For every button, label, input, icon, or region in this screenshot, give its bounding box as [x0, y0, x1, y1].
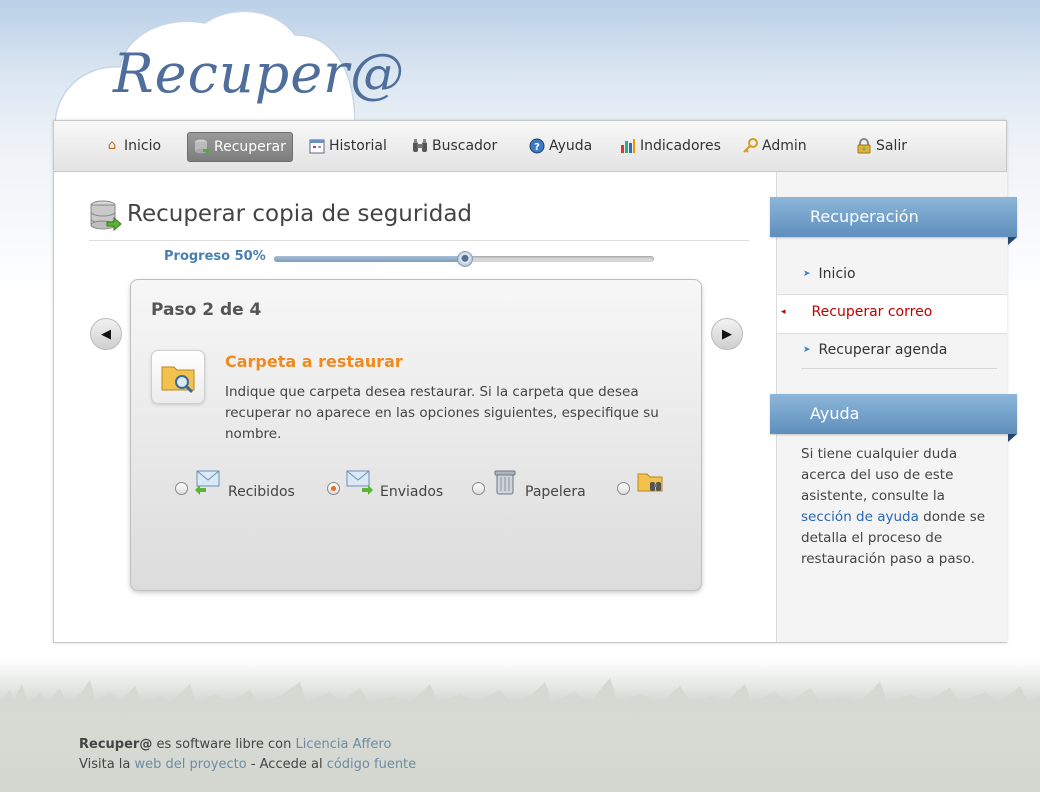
progress-fill	[274, 256, 464, 262]
project-web-link[interactable]: web del proyecto	[135, 757, 247, 772]
calendar-icon	[309, 138, 325, 154]
sidebar-item-label: Inicio	[818, 266, 856, 282]
nav-admin[interactable]: Admin	[736, 132, 813, 160]
help-icon: ?	[529, 138, 545, 154]
section-description: Indique que carpeta desea restaurar. Si …	[225, 384, 659, 442]
top-nav: ⌂ Inicio Recuperar Historial Buscador ?	[54, 121, 1006, 172]
footer-text: es software libre con	[152, 737, 296, 752]
footer-line-2: Visita la web del proyecto - Accede al c…	[79, 755, 416, 775]
option-label: Enviados	[380, 484, 444, 500]
folder-search-tile	[151, 350, 205, 404]
nav-label: Ayuda	[549, 138, 593, 154]
radio-otra-carpeta[interactable]	[617, 482, 630, 495]
sidebar-item-label: Recuperar agenda	[818, 342, 948, 358]
option-otra-carpeta[interactable]	[617, 464, 670, 500]
folder-search-icon	[161, 366, 195, 394]
svg-text:?: ?	[534, 142, 540, 153]
chevron-right-icon: ➤	[803, 345, 811, 355]
nav-label: Admin	[762, 138, 807, 154]
database-restore-icon	[89, 199, 123, 237]
folder-search-icon	[636, 468, 664, 500]
nav-label: Historial	[329, 138, 387, 154]
sidebar-divider	[801, 368, 997, 369]
key-icon	[742, 138, 758, 154]
footer-text: - Accede al	[246, 757, 327, 772]
footer: Recuper@ es software libre con Licencia …	[79, 735, 416, 775]
chevron-left-icon: ◂	[781, 307, 786, 317]
sidebar-recovery-header: Recuperación	[770, 197, 1017, 245]
title-divider	[89, 240, 749, 241]
sidebar-item-label: Recuperar correo	[811, 304, 933, 320]
chevron-right-icon: ➤	[803, 269, 811, 279]
prev-step-button[interactable]: ◀	[90, 318, 122, 350]
footer-line-1: Recuper@ es software libre con Licencia …	[79, 735, 416, 755]
step-panel: Paso 2 de 4 Carpeta a restaurar Indique …	[130, 279, 702, 591]
source-code-link[interactable]: código fuente	[327, 757, 416, 772]
next-step-button[interactable]: ▶	[711, 318, 743, 350]
help-section-link[interactable]: sección de ayuda	[801, 509, 919, 525]
step-counter: Paso 2 de 4	[151, 300, 262, 320]
help-text: Si tiene cualquier duda acerca del uso d…	[801, 444, 996, 570]
help-text-pre: Si tiene cualquier duda acerca del uso d…	[801, 446, 958, 504]
nav-label: Buscador	[432, 138, 498, 154]
option-label: Recibidos	[228, 484, 295, 500]
sidebar-item-inicio[interactable]: ➤ Inicio	[803, 266, 856, 282]
progress-slider[interactable]	[274, 251, 654, 267]
sidebar-help-header: Ayuda	[770, 394, 1017, 442]
option-papelera[interactable]: Papelera	[472, 464, 586, 500]
trash-icon	[491, 468, 519, 500]
main-frame: ⌂ Inicio Recuperar Historial Buscador ?	[53, 120, 1017, 643]
home-icon: ⌂	[107, 138, 117, 153]
footer-brand: Recuper@	[79, 737, 153, 752]
app-logo[interactable]: Recuper@	[113, 42, 405, 105]
option-enviados[interactable]: Enviados	[327, 464, 443, 500]
option-recibidos[interactable]: Recibidos	[175, 464, 295, 500]
nav-ayuda[interactable]: ? Ayuda	[523, 132, 598, 160]
license-link[interactable]: Licencia Affero	[295, 737, 391, 752]
nav-label: Salir	[876, 138, 908, 154]
sidebar: Recuperación ➤ Inicio ◂ Recuperar correo…	[770, 172, 1017, 642]
nav-label: Recuperar	[214, 139, 286, 155]
page-title: Recuperar copia de seguridad	[127, 201, 473, 227]
grass-decoration	[0, 678, 1040, 712]
radio-recibidos[interactable]	[175, 482, 188, 495]
binoculars-icon	[412, 138, 428, 154]
progress-label: Progreso 50%	[164, 249, 266, 264]
inbox-mail-icon	[194, 468, 222, 500]
sidebar-item-recuperar-agenda[interactable]: ➤ Recuperar agenda	[803, 342, 947, 358]
nav-label: Inicio	[124, 138, 162, 154]
option-label: Papelera	[525, 484, 586, 500]
nav-salir[interactable]: Salir	[850, 132, 913, 160]
database-icon	[194, 139, 210, 155]
lock-icon	[856, 138, 872, 154]
sent-mail-icon	[346, 468, 374, 500]
sidebar-item-recuperar-correo[interactable]: ◂ Recuperar correo	[781, 304, 932, 320]
bar-chart-icon	[620, 138, 636, 154]
radio-enviados[interactable]	[327, 482, 340, 495]
section-title: Carpeta a restaurar	[225, 352, 403, 371]
nav-label: Indicadores	[640, 138, 721, 154]
nav-indicadores[interactable]: Indicadores	[614, 132, 727, 160]
nav-historial[interactable]: Historial	[303, 132, 393, 160]
nav-buscador[interactable]: Buscador	[406, 132, 503, 160]
nav-recuperar[interactable]: Recuperar	[187, 132, 293, 162]
radio-papelera[interactable]	[472, 482, 485, 495]
nav-inicio[interactable]: ⌂ Inicio	[98, 132, 167, 160]
footer-text: Visita la	[79, 757, 135, 772]
progress-knob[interactable]	[457, 251, 473, 267]
